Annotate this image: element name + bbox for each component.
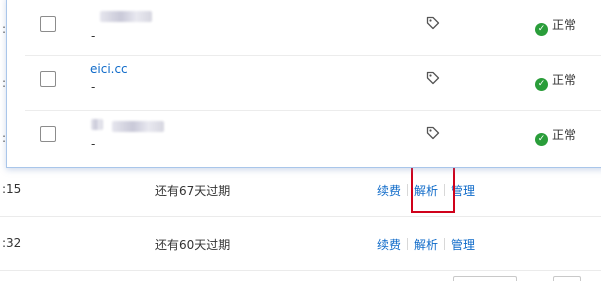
domain-sub: - — [91, 29, 96, 43]
expiry-text: 还有67天过期 — [155, 184, 231, 198]
pager-button[interactable] — [553, 276, 581, 281]
table-row: :32 还有60天过期 续费 解析 管理 — [0, 217, 601, 271]
renew-link[interactable]: 续费 — [377, 184, 401, 198]
divider — [407, 238, 409, 250]
status-text: 正常 — [552, 128, 577, 142]
redacted-domain — [100, 11, 152, 22]
status-text: 正常 — [552, 73, 577, 87]
status-badge: ✓ 正常 — [535, 16, 576, 36]
list-item[interactable]: eici.cc - ✓ 正常 — [25, 56, 601, 111]
domain-sub: - — [91, 80, 96, 94]
tag-icon[interactable] — [426, 16, 440, 30]
redacted-domain — [91, 119, 103, 130]
manage-link[interactable]: 管理 — [451, 238, 475, 252]
status-badge: ✓ 正常 — [535, 126, 576, 146]
check-circle-icon: ✓ — [535, 23, 548, 36]
row-checkbox[interactable] — [40, 71, 56, 87]
tag-icon[interactable] — [426, 126, 440, 140]
page-size-select[interactable] — [453, 276, 517, 281]
tag-icon[interactable] — [426, 71, 440, 85]
row-time: :32 — [2, 236, 22, 250]
divider — [444, 238, 446, 250]
highlight-box — [411, 166, 455, 213]
check-circle-icon: ✓ — [535, 78, 548, 91]
table-row: :15 还有67天过期 续费 解析 管理 — [0, 163, 601, 217]
row-actions: 续费 解析 管理 — [377, 236, 475, 253]
list-item[interactable]: - ✓ 正常 — [25, 111, 601, 166]
renew-link[interactable]: 续费 — [377, 238, 401, 252]
domain-select-panel: - ✓ 正常 eici.cc - ✓ 正常 - ✓ 正常 — [6, 0, 601, 168]
expiry-text: 还有60天过期 — [155, 238, 231, 252]
divider — [407, 184, 409, 196]
row-checkbox[interactable] — [40, 126, 56, 142]
row-time: :15 — [2, 182, 22, 196]
row-checkbox[interactable] — [40, 16, 56, 32]
check-circle-icon: ✓ — [535, 133, 548, 146]
resolve-link[interactable]: 解析 — [414, 238, 438, 252]
list-item[interactable]: - ✓ 正常 — [25, 1, 601, 56]
domain-sub: - — [91, 137, 96, 151]
status-badge: ✓ 正常 — [535, 71, 576, 91]
redacted-domain — [112, 121, 164, 132]
domain-name[interactable]: eici.cc — [90, 62, 128, 76]
status-text: 正常 — [552, 18, 577, 32]
